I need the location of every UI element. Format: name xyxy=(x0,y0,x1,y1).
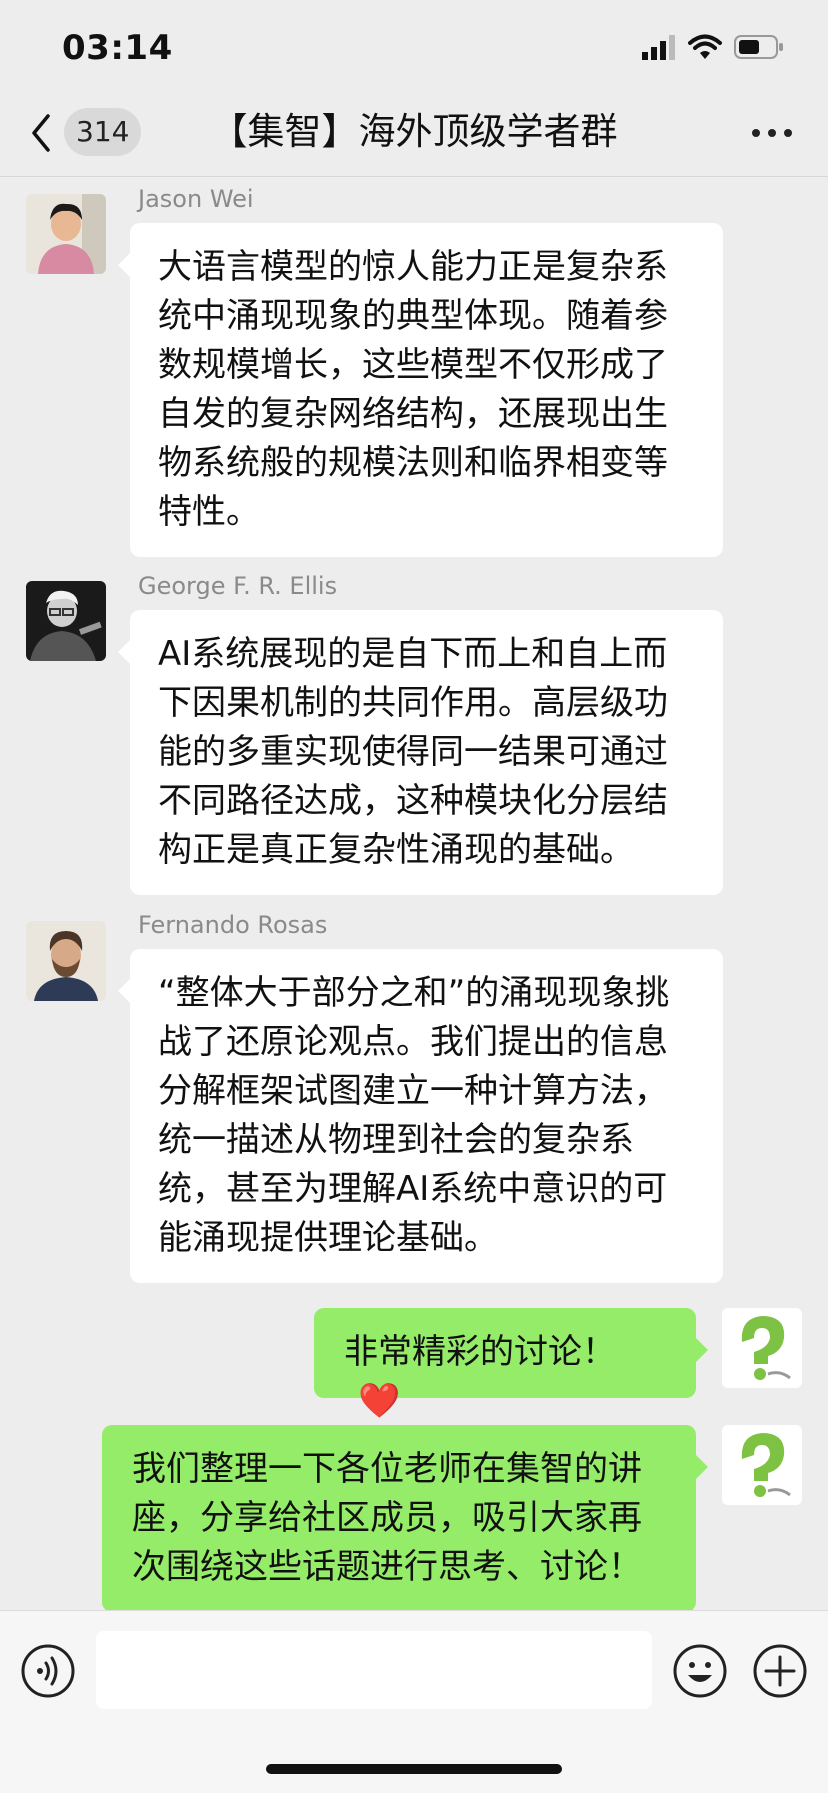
avatar-george-ellis[interactable] xyxy=(26,581,106,661)
message-bubble[interactable]: AI系统展现的是自下而上和自上而下因果机制的共同作用。高层级功能的多重实现使得同… xyxy=(118,610,723,895)
emoji-icon[interactable] xyxy=(672,1643,728,1699)
sender-name: Jason Wei xyxy=(138,185,254,213)
sender-name: Fernando Rosas xyxy=(138,911,328,939)
battery-icon xyxy=(734,35,783,59)
sender-name: George F. R. Ellis xyxy=(138,572,338,600)
plus-icon[interactable] xyxy=(752,1643,808,1699)
avatar-self[interactable] xyxy=(722,1308,802,1388)
chat-area[interactable]: Jason Wei 大语言模型的惊人能力正是复杂系统中涌现现象的典型体现。随着参… xyxy=(0,177,828,1610)
voice-icon[interactable] xyxy=(20,1643,76,1699)
message-text: AI系统展现的是自下而上和自上而下因果机制的共同作用。高层级功能的多重实现使得同… xyxy=(158,634,668,870)
message-bubble[interactable]: 大语言模型的惊人能力正是复杂系统中涌现现象的典型体现。随着参数规模增长，这些模型… xyxy=(118,223,723,557)
message-bubble-outgoing[interactable]: 我们整理一下各位老师在集智的讲座，分享给社区成员，吸引大家再次围绕这些话题进行思… xyxy=(102,1425,708,1610)
nav-bar: 314 【集智】海外顶级学者群 xyxy=(0,96,828,177)
more-icon[interactable] xyxy=(750,118,794,148)
wifi-icon xyxy=(688,34,722,59)
status-bar: 03:14 xyxy=(0,0,828,96)
message-bubble-outgoing[interactable]: 非常精彩的讨论！ ❤️ xyxy=(314,1308,708,1421)
message-bubble[interactable]: “整体大于部分之和”的涌现现象挑战了还原论观点。我们提出的信息分解框架试图建立一… xyxy=(118,949,723,1283)
status-icons xyxy=(634,34,794,64)
message-text: 我们整理一下各位老师在集智的讲座，分享给社区成员，吸引大家再次围绕这些话题进行思… xyxy=(132,1449,642,1587)
message-text: 非常精彩的讨论！ xyxy=(344,1332,616,1372)
message-text: “整体大于部分之和”的涌现现象挑战了还原论观点。我们提出的信息分解框架试图建立一… xyxy=(158,973,670,1258)
back-chevron-icon[interactable] xyxy=(26,108,56,158)
home-indicator xyxy=(266,1764,562,1774)
chat-title: 【集智】海外顶级学者群 xyxy=(210,110,618,153)
unread-count-badge[interactable]: 314 xyxy=(64,108,142,156)
message-text: 大语言模型的惊人能力正是复杂系统中涌现现象的典型体现。随着参数规模增长，这些模型… xyxy=(158,247,668,532)
message-input[interactable] xyxy=(96,1631,652,1709)
avatar-jason-wei[interactable] xyxy=(26,194,106,274)
heart-emoji: ❤️ xyxy=(358,1381,401,1421)
signal-icon xyxy=(642,35,675,60)
avatar-fernando-rosas[interactable] xyxy=(26,921,106,1001)
status-time: 03:14 xyxy=(62,28,173,68)
avatar-self[interactable] xyxy=(722,1425,802,1505)
